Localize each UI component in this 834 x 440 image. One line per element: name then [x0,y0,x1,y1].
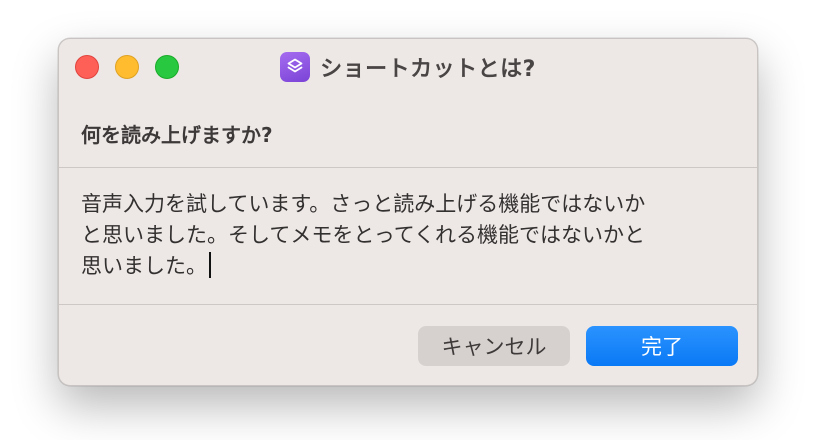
footer-divider [59,304,757,305]
title-bar: ショートカットとは? [59,49,757,85]
shortcuts-icon [280,52,311,82]
text-line-last: 思いました。 [81,251,739,282]
prompt-header: 何を読み上げますか? [59,95,757,168]
text-line: 音声入力を試しています。さっと読み上げる機能ではないか [81,192,646,216]
done-button[interactable]: 完了 [586,326,738,366]
text-cursor [209,252,211,278]
text-line-content: 思いました。 [81,254,207,278]
dictation-text-field[interactable]: 音声入力を試しています。さっと読み上げる機能ではないか と思いました。そしてメモ… [81,189,739,282]
dialog-window: ショートカットとは? 何を読み上げますか? 音声入力を試しています。さっと読み上… [58,38,758,386]
text-line: と思いました。そしてメモをとってくれる機能ではないかと [81,223,646,247]
prompt-question: 何を読み上げますか? [81,123,273,147]
window-title: ショートカットとは? [320,57,536,82]
cancel-button[interactable]: キャンセル [418,326,570,366]
